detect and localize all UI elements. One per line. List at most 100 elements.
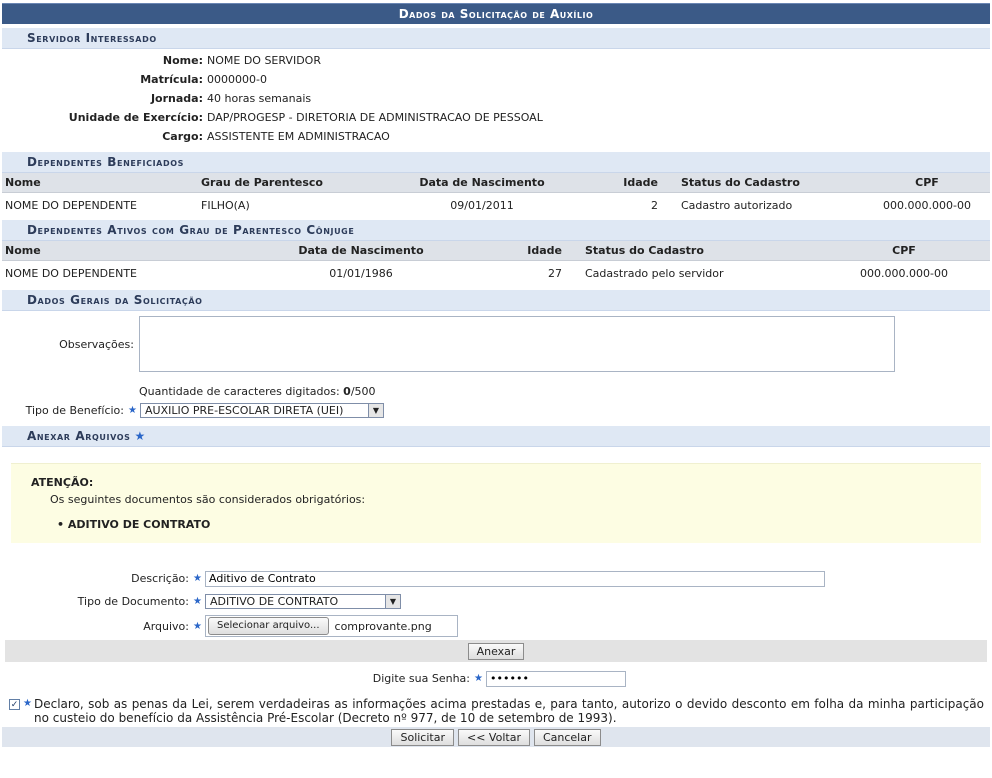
senha-label: Digite sua Senha:: [372, 672, 470, 685]
cell-nome: NOME DO DEPENDENTE: [5, 267, 137, 280]
observacoes-label: Observações:: [59, 337, 134, 351]
request-form: Dados da Solicitação de Auxílio Servidor…: [2, 3, 990, 747]
required-icon: ★: [193, 620, 202, 632]
col-nascimento: Data de Nascimento: [394, 173, 570, 193]
cell-status: Cadastrado pelo servidor: [585, 267, 724, 280]
descricao-input[interactable]: [205, 570, 825, 587]
observacoes-textarea[interactable]: [139, 316, 895, 372]
required-doc-name: ADITIVO DE CONTRATO: [67, 518, 211, 531]
servidor-matricula-row: Matrícula: 0000000-0: [2, 70, 990, 89]
tipo-beneficio-value: AUXILIO PRE-ESCOLAR DIRETA (UEI): [145, 404, 344, 417]
senha-row: Digite sua Senha: ★: [2, 670, 990, 687]
table-header: Nome Grau de Parentesco Data de Nascimen…: [2, 173, 990, 193]
col-cpf: CPF: [818, 241, 990, 261]
char-count-value: 0: [343, 385, 351, 398]
required-icon: ★: [23, 698, 32, 709]
cell-idade: 2: [651, 199, 658, 212]
col-cpf: CPF: [864, 173, 990, 193]
servidor-jornada-row: Jornada: 40 horas semanais: [2, 89, 990, 108]
col-nascimento: Data de Nascimento: [258, 241, 464, 261]
field-value: ASSISTENTE EM ADMINISTRACAO: [207, 130, 390, 143]
required-icon: ★: [193, 596, 202, 607]
cell-status: Cadastro autorizado: [681, 199, 793, 212]
select-file-button[interactable]: Selecionar arquivo...: [208, 617, 329, 635]
dependentes-table: Nome Grau de Parentesco Data de Nascimen…: [2, 173, 990, 218]
col-grau: Grau de Parentesco: [198, 173, 394, 193]
voltar-button[interactable]: << Voltar: [458, 728, 530, 746]
tipo-documento-row: Tipo de Documento: ★ ADITIVO DE CONTRATO…: [2, 593, 990, 610]
col-nome: Nome: [2, 173, 198, 193]
tipo-documento-select[interactable]: ADITIVO DE CONTRATO ▼: [205, 594, 401, 609]
section-dependentes: Dependentes Beneficiados: [2, 152, 990, 173]
servidor-unidade-row: Unidade de Exercício: DAP/PROGESP - DIRET…: [2, 108, 990, 127]
attention-text: Os seguintes documentos são considerados…: [50, 493, 366, 506]
solicitar-button[interactable]: Solicitar: [391, 728, 454, 746]
servidor-nome-row: Nome: NOME DO SERVIDOR: [2, 51, 990, 70]
cell-grau: FILHO(A): [201, 199, 250, 212]
chevron-down-icon: ▼: [385, 595, 400, 608]
char-count-label: Quantidade de caracteres digitados:: [139, 385, 340, 398]
arquivo-label: Arquivo:: [143, 619, 189, 633]
declaracao-row: ✓ ★ Declaro, sob as penas da Lei, serem …: [2, 697, 990, 725]
observacoes-row: Observações:: [2, 316, 990, 372]
field-label: Nome:: [162, 54, 203, 67]
cell-nascimento: 01/01/1986: [329, 267, 393, 280]
bullet-icon: •: [57, 518, 68, 531]
form-actions: Solicitar << Voltar Cancelar: [2, 727, 990, 747]
anexar-button[interactable]: Anexar: [467, 642, 525, 660]
section-dados-gerais: Dados Gerais da Solicitação: [2, 290, 990, 311]
field-value: DAP/PROGESP - DIRETORIA DE ADMINISTRACAO…: [207, 111, 543, 124]
cell-cpf: 000.000.000-00: [860, 267, 948, 280]
cell-nome: NOME DO DEPENDENTE: [5, 199, 137, 212]
chevron-down-icon: ▼: [368, 404, 383, 417]
required-icon: ★: [134, 429, 146, 443]
required-icon: ★: [474, 673, 483, 684]
char-count-max: /500: [350, 385, 376, 398]
attention-title: ATENÇÃO:: [31, 476, 94, 489]
arquivo-row: Arquivo: ★ Selecionar arquivo... comprov…: [2, 615, 990, 637]
field-label: Unidade de Exercício:: [68, 111, 203, 124]
field-label: Jornada:: [150, 92, 203, 105]
section-servidor: Servidor Interessado: [2, 28, 990, 49]
section-anexar-title: Anexar Arquivos: [27, 429, 131, 443]
field-value: NOME DO SERVIDOR: [207, 54, 321, 67]
cell-nascimento: 09/01/2011: [450, 199, 514, 212]
cancelar-button[interactable]: Cancelar: [533, 728, 601, 746]
col-status: Status do Cadastro: [661, 173, 864, 193]
descricao-label: Descrição:: [131, 572, 189, 585]
declaracao-text: Declaro, sob as penas da Lei, serem verd…: [34, 697, 984, 725]
required-icon: ★: [193, 573, 202, 584]
cell-cpf: 000.000.000-00: [883, 199, 971, 212]
tipo-documento-value: ADITIVO DE CONTRATO: [210, 595, 339, 608]
field-label: Cargo:: [162, 130, 203, 143]
field-label: Matrícula:: [140, 73, 203, 86]
col-status: Status do Cadastro: [565, 241, 818, 261]
char-counter: Quantidade de caracteres digitados: 0/50…: [139, 384, 990, 400]
page-title: Dados da Solicitação de Auxílio: [2, 3, 990, 24]
col-nome: Nome: [2, 241, 258, 261]
descricao-row: Descrição: ★: [2, 570, 990, 587]
anexar-bar: Anexar: [5, 640, 987, 662]
declaracao-checkbox[interactable]: ✓: [9, 699, 20, 710]
file-name: comprovante.png: [334, 619, 432, 633]
attention-box: ATENÇÃO: Os seguintes documentos são con…: [11, 463, 981, 543]
check-icon: ✓: [10, 699, 19, 710]
table-header: Nome Data de Nascimento Idade Status do …: [2, 241, 990, 261]
field-value: 0000000-0: [207, 73, 267, 86]
tipo-beneficio-label: Tipo de Benefício:: [25, 404, 124, 417]
required-doc-item: • ADITIVO DE CONTRATO: [57, 518, 961, 531]
servidor-details: Nome: NOME DO SERVIDOR Matrícula: 0000000-…: [2, 49, 990, 146]
section-conjuge: Dependentes Ativos com Grau de Parentesc…: [2, 220, 990, 241]
col-idade: Idade: [570, 173, 661, 193]
senha-input[interactable]: [486, 670, 626, 687]
tipo-beneficio-select[interactable]: AUXILIO PRE-ESCOLAR DIRETA (UEI) ▼: [140, 403, 384, 418]
required-icon: ★: [128, 405, 137, 416]
table-row: NOME DO DEPENDENTE 01/01/1986 27 Cadastr…: [2, 261, 990, 287]
col-idade: Idade: [464, 241, 565, 261]
conjuge-table: Nome Data de Nascimento Idade Status do …: [2, 241, 990, 286]
file-input[interactable]: Selecionar arquivo... comprovante.png: [205, 615, 458, 637]
field-value: 40 horas semanais: [207, 92, 312, 105]
tipo-documento-label: Tipo de Documento:: [77, 595, 189, 608]
section-anexar: Anexar Arquivos ★: [2, 426, 990, 447]
table-row: NOME DO DEPENDENTE FILHO(A) 09/01/2011 2…: [2, 193, 990, 219]
